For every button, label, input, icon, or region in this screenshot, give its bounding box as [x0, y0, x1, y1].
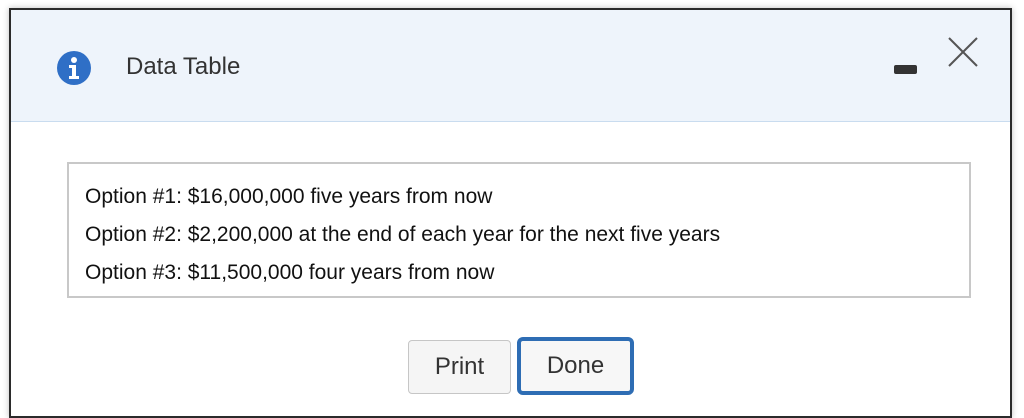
option-row-1: Option #1: $16,000,000 five years from n… [85, 185, 493, 208]
close-icon[interactable] [943, 32, 983, 72]
minimize-icon [894, 65, 917, 74]
minimize-button[interactable] [886, 58, 924, 82]
dialog-header: Data Table [11, 10, 1010, 122]
done-button[interactable]: Done [517, 337, 634, 395]
data-table-dialog: Data Table Option #1: $16,000,000 five y… [9, 8, 1012, 418]
options-table: Option #1: $16,000,000 five years from n… [67, 162, 971, 298]
option-row-3: Option #3: $11,500,000 four years from n… [85, 261, 495, 284]
option-row-2: Option #2: $2,200,000 at the end of each… [85, 223, 721, 246]
info-icon [57, 51, 91, 85]
print-button[interactable]: Print [408, 340, 511, 394]
dialog-title: Data Table [126, 53, 241, 80]
